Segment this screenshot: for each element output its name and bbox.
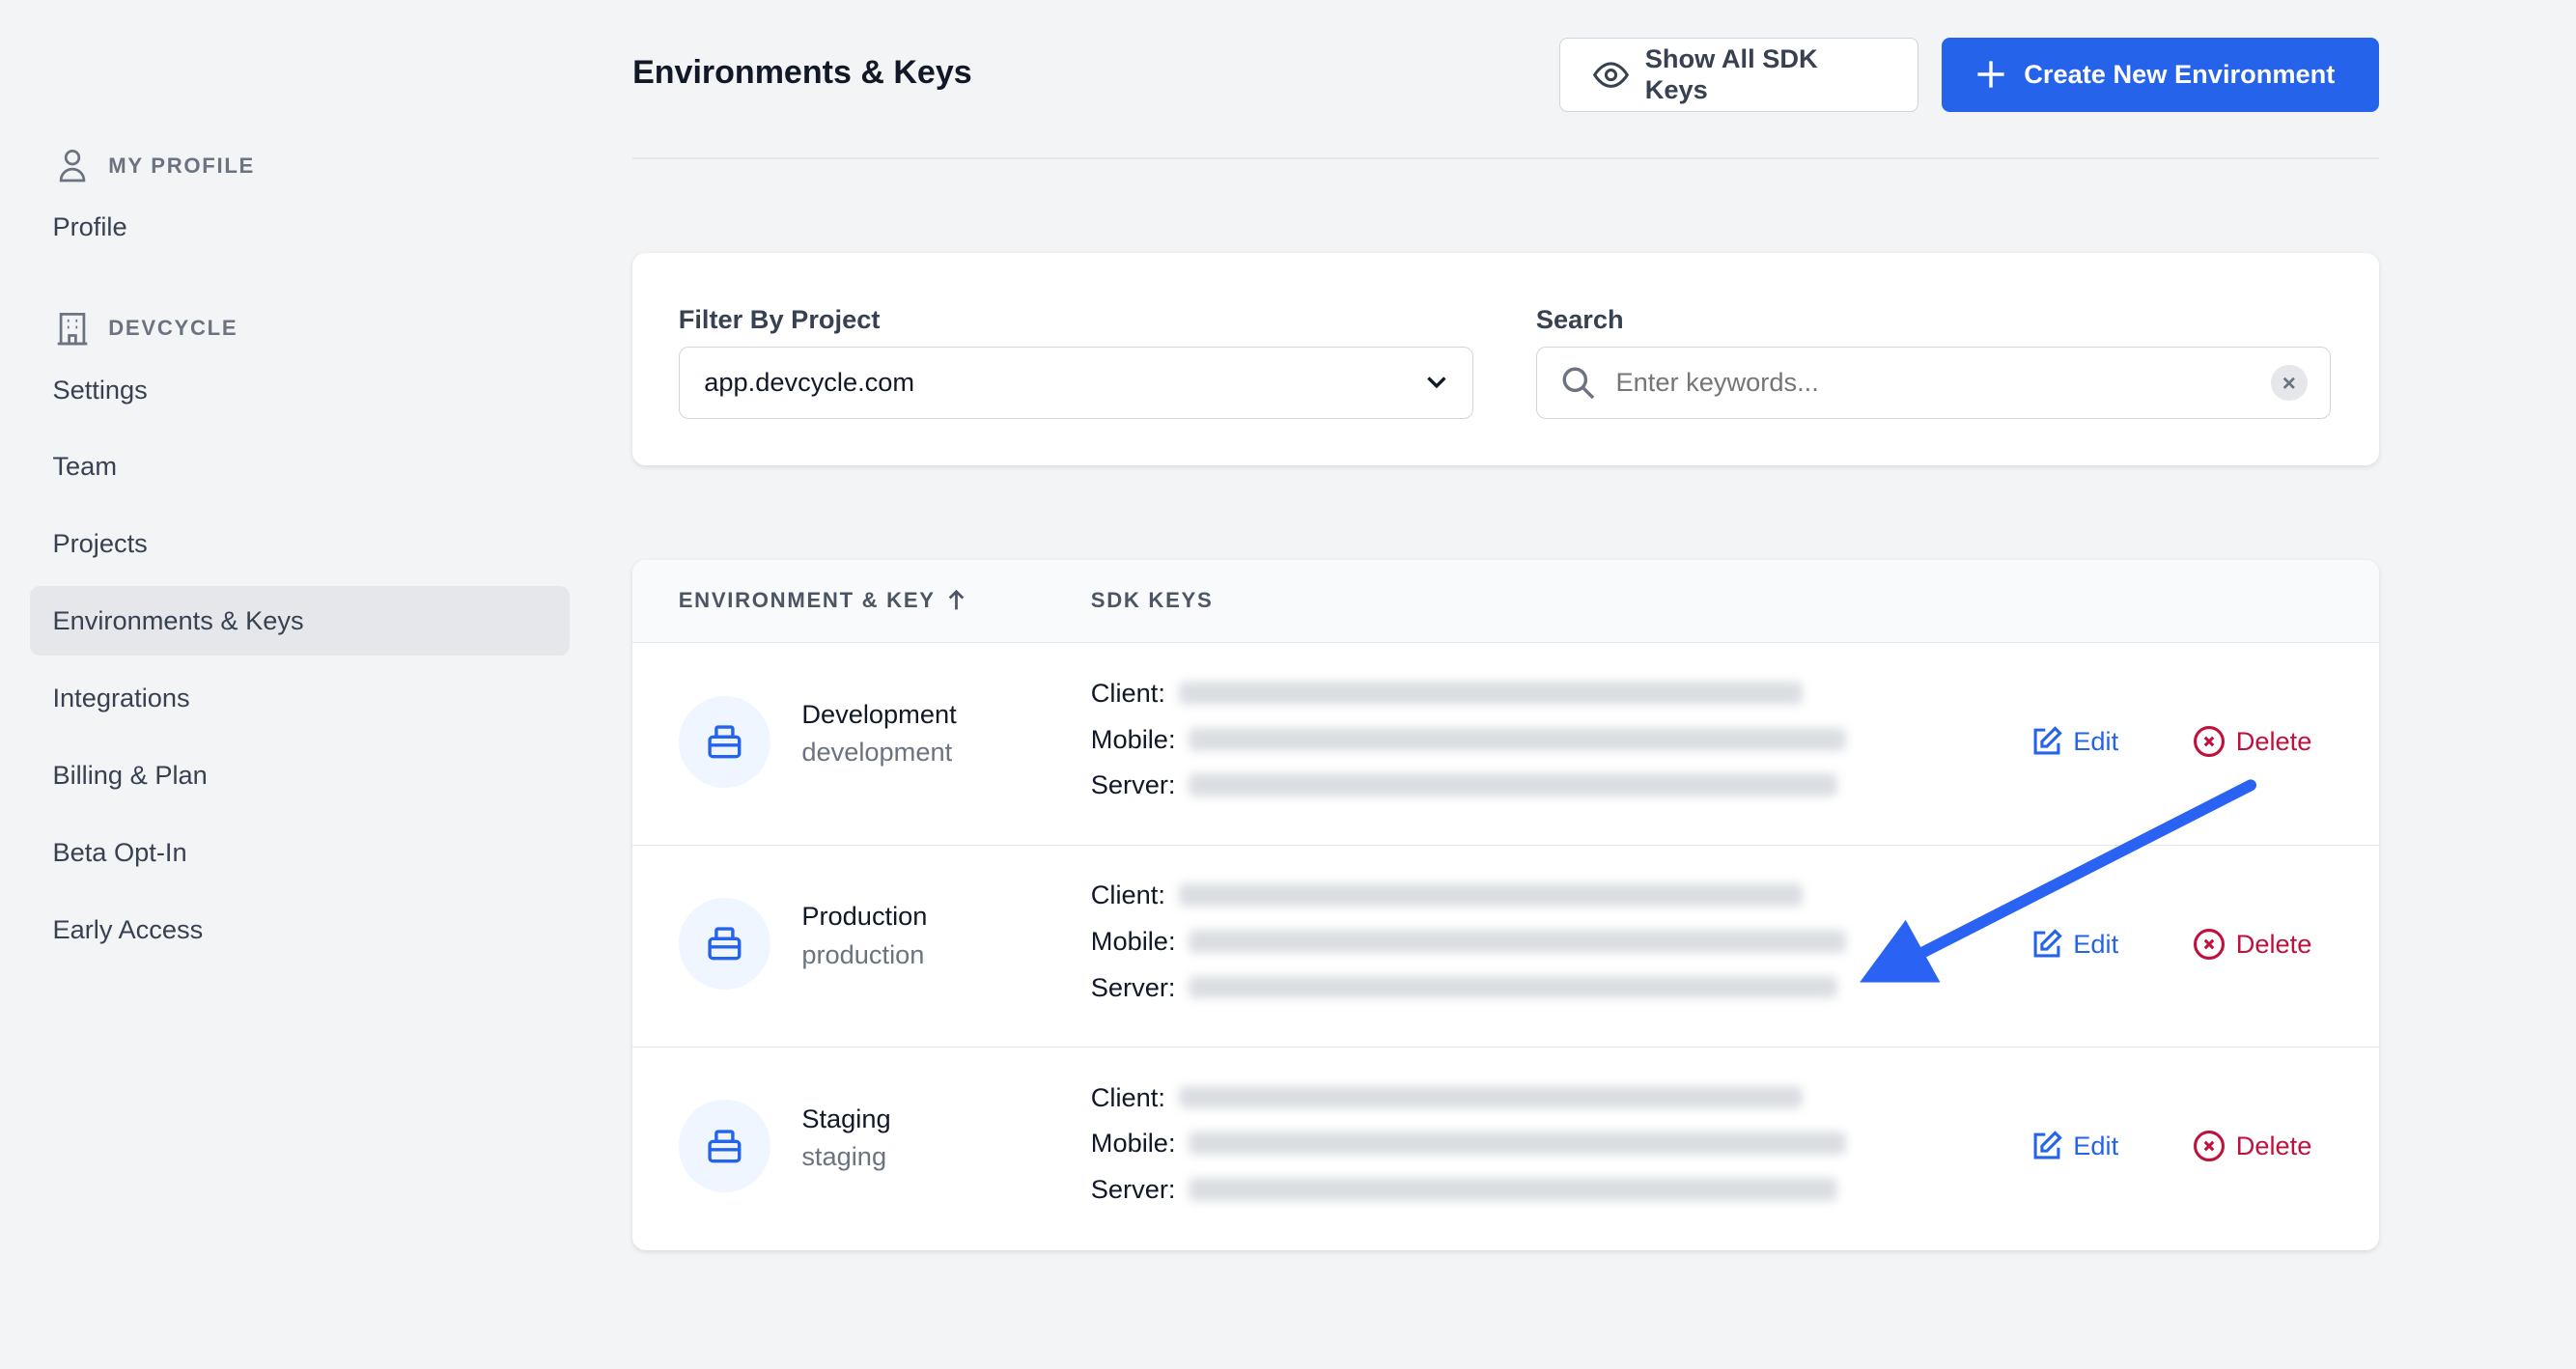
app: MY PROFILE Profile DEVCYCLE Settings Tea… xyxy=(0,0,2576,1368)
annotation-arrow-shaft xyxy=(1916,779,2257,959)
annotation-arrow xyxy=(1860,779,2257,983)
